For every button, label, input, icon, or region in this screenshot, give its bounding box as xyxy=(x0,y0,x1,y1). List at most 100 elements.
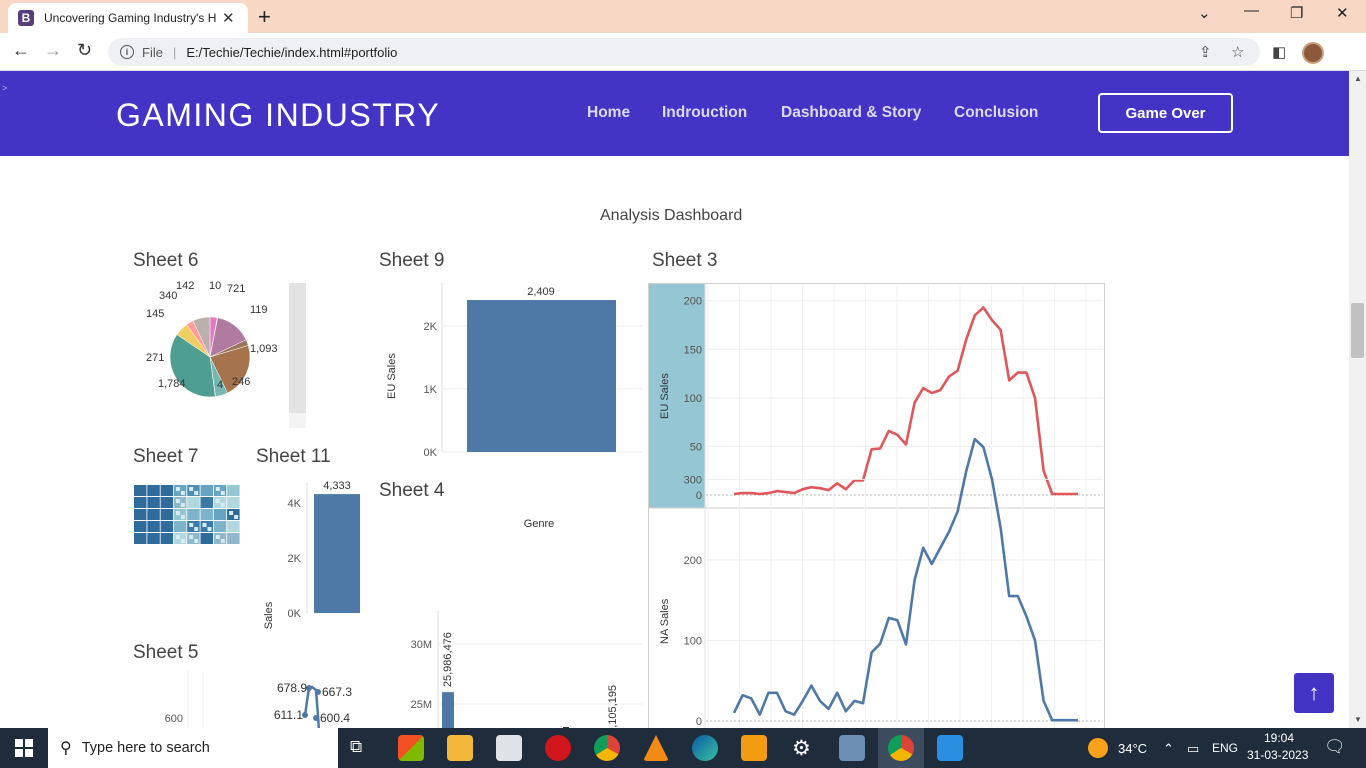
profile-avatar[interactable] xyxy=(1302,42,1324,64)
sheet3-line-chart[interactable]: 0 50 100 150 200 EU Sales 0 100 200 300 NA Sales xyxy=(648,283,1106,728)
site-brand[interactable]: GAMING INDUSTRY xyxy=(116,97,440,134)
treemap-cell xyxy=(160,521,174,532)
microsoft-store-icon[interactable] xyxy=(398,735,424,761)
forward-arrow-icon[interactable]: → xyxy=(44,40,62,61)
pie-slice-label: 4 xyxy=(217,379,223,391)
treemap-cell xyxy=(200,497,213,508)
chart-title: Genre xyxy=(524,518,555,530)
side-panel-icon[interactable]: ◧ xyxy=(1272,43,1286,61)
uc-browser-icon[interactable] xyxy=(741,735,767,761)
bar xyxy=(442,692,454,728)
treemap-subcell xyxy=(194,491,199,495)
scroll-down-arrow-icon[interactable]: ▼ xyxy=(1354,715,1362,724)
mail-icon[interactable] xyxy=(496,735,522,761)
y-tick-label: 4K xyxy=(288,498,302,510)
sheet4-bar-chart[interactable]: Genre20M25M30M25,986,47628,06420,14217,1… xyxy=(380,511,645,728)
weather-temp[interactable]: 34°C xyxy=(1118,741,1147,756)
sheet9-title: Sheet 9 xyxy=(379,250,445,271)
vscode-icon[interactable] xyxy=(937,735,963,761)
treemap-subcell xyxy=(220,503,225,507)
pie-legend-scroll-end xyxy=(289,413,306,428)
point-label: 600.4 xyxy=(320,711,350,725)
back-arrow-icon[interactable]: ← xyxy=(12,40,30,61)
treemap-subcell xyxy=(175,535,180,539)
notification-icon[interactable]: 🗨 xyxy=(1324,737,1346,757)
pie-slice-label: 1,784 xyxy=(158,378,186,390)
treemap-subcell xyxy=(189,523,194,527)
treemap-cell xyxy=(134,533,147,544)
laptop-app-icon[interactable] xyxy=(839,735,865,761)
sheet4-title: Sheet 4 xyxy=(379,480,445,501)
chevron-down-icon[interactable]: ⌄ xyxy=(1198,4,1211,22)
battery-icon[interactable]: ▭ xyxy=(1187,741,1199,757)
share-icon[interactable]: ⇪ xyxy=(1199,43,1212,61)
reload-icon[interactable]: ↻ xyxy=(77,40,92,61)
treemap-cell xyxy=(200,509,213,520)
nav-dashboard-story[interactable]: Dashboard & Story xyxy=(781,104,921,122)
treemap-subcell xyxy=(194,539,199,543)
task-view-icon[interactable]: ⧉ xyxy=(350,737,362,757)
nav-home[interactable]: Home xyxy=(587,104,630,122)
search-placeholder: Type here to search xyxy=(81,740,210,756)
browser-tab[interactable]: B Uncovering Gaming Industry's Hi ✕ xyxy=(8,3,248,33)
back-to-top-button[interactable]: ↑ xyxy=(1294,673,1334,713)
treemap-subcell xyxy=(220,491,225,495)
tab-title: Uncovering Gaming Industry's Hi xyxy=(44,11,216,25)
y-axis-title: EU Sales xyxy=(659,373,671,419)
close-window-icon[interactable]: ✕ xyxy=(1336,4,1349,22)
bootstrap-favicon-icon: B xyxy=(18,10,34,26)
pie-slice-label: 1,093 xyxy=(250,343,278,355)
scroll-up-arrow-icon[interactable]: ▲ xyxy=(1354,74,1362,83)
y-tick-label: 150 xyxy=(684,344,702,356)
sheet7-treemap[interactable] xyxy=(133,484,241,546)
page-scrollbar[interactable] xyxy=(1349,71,1366,728)
point-label: 678.9 xyxy=(277,681,307,695)
y-tick-label: 200 xyxy=(684,555,702,567)
settings-gear-icon[interactable]: ⚙ xyxy=(792,736,811,761)
language-indicator[interactable]: ENG xyxy=(1212,741,1238,755)
sheet9-bar-chart[interactable]: 0K 1K 2K 2,409 EU Sales xyxy=(380,281,645,461)
sheet6-pie-chart[interactable]: 142 10 721 119 1,093 246 4 1,784 271 145 340 xyxy=(130,276,310,431)
scrollbar-thumb[interactable] xyxy=(1351,303,1364,358)
game-over-button[interactable]: Game Over xyxy=(1098,93,1233,133)
clock-time[interactable]: 19:04 xyxy=(1264,731,1294,745)
treemap-cell xyxy=(160,497,174,508)
restore-icon[interactable]: ❐ xyxy=(1290,4,1303,22)
bar-value-label: 25,986,476 xyxy=(442,632,454,687)
treemap-cell xyxy=(187,497,200,508)
tray-chevron-icon[interactable]: ⌃ xyxy=(1163,741,1174,757)
address-bar[interactable]: i File | E:/Techie/Techie/index.html#por… xyxy=(108,38,1260,66)
y-tick-label: 0 xyxy=(696,716,702,728)
treemap-subcell xyxy=(215,487,220,491)
sheet11-bar-chart[interactable]: 0K 2K 4K 4,333 NA Sales xyxy=(255,481,370,631)
bookmark-star-icon[interactable]: ☆ xyxy=(1231,43,1244,61)
windows-start-icon[interactable] xyxy=(15,739,33,757)
y-tick-label: 0K xyxy=(288,608,302,620)
info-icon[interactable]: i xyxy=(120,45,134,59)
treemap-subcell xyxy=(175,487,180,491)
y-axis-title: NA Sales xyxy=(263,601,275,631)
sheet5-line-chart[interactable]: 600 678.9 667.3 611.1 600.4 xyxy=(133,671,373,728)
edge-icon[interactable] xyxy=(692,735,718,761)
treemap-subcell xyxy=(175,499,180,503)
treemap-subcell xyxy=(189,535,194,539)
treemap-cell xyxy=(147,509,160,520)
weather-sun-icon[interactable] xyxy=(1088,738,1108,758)
chrome-active-icon[interactable] xyxy=(888,735,914,761)
nav-introduction[interactable]: Indrouction xyxy=(662,104,747,122)
dashboard-title: Analysis Dashboard xyxy=(600,207,743,224)
file-explorer-icon[interactable] xyxy=(447,735,473,761)
taskbar-search[interactable]: ⚲ Type here to search xyxy=(48,728,338,768)
url-text[interactable]: E:/Techie/Techie/index.html#portfolio xyxy=(186,45,397,60)
nav-conclusion[interactable]: Conclusion xyxy=(954,104,1038,122)
new-tab-icon[interactable]: + xyxy=(258,4,271,30)
chrome-icon[interactable] xyxy=(594,735,620,761)
y-tick-label: 100 xyxy=(684,393,702,405)
clock-date[interactable]: 31-03-2023 xyxy=(1247,748,1308,762)
treemap-cell xyxy=(134,485,147,496)
y-axis-title: NA Sales xyxy=(659,598,671,644)
point-label: 667.3 xyxy=(322,685,352,699)
opera-icon[interactable] xyxy=(545,735,571,761)
close-tab-icon[interactable]: ✕ xyxy=(222,9,235,27)
minimize-icon[interactable]: — xyxy=(1244,2,1259,19)
